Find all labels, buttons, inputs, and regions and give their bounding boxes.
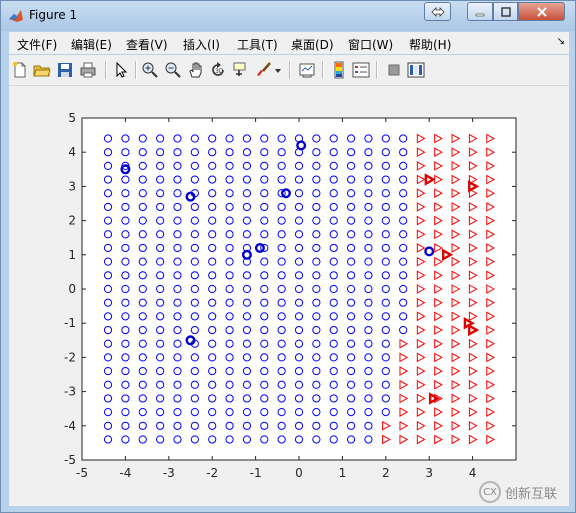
y-tick-label: 0 <box>68 282 76 296</box>
scatter-plot[interactable]: 5 4 3 2 1 0 -1 -2 -3 -4 -5 -5 -4 -3 -2 -1 0 1 2 3 4 <box>9 86 569 506</box>
x-tick-label: -5 <box>76 466 88 480</box>
legend-icon[interactable] <box>352 61 370 79</box>
show-plot-tools-icon[interactable] <box>407 61 425 79</box>
brush-icon[interactable] <box>255 61 273 79</box>
figure-window: Figure 1 文件(F) 编辑(E) 查看(V) 插入(I) 工具(T) 桌… <box>0 0 576 513</box>
zoom-out-icon[interactable] <box>164 61 182 79</box>
figure-toolbar: 3D <box>9 55 569 86</box>
menu-edit[interactable]: 编辑(E) <box>71 36 112 53</box>
menu-tools[interactable]: 工具(T) <box>237 36 278 53</box>
menu-file[interactable]: 文件(F) <box>17 36 57 53</box>
open-file-icon[interactable] <box>33 61 51 79</box>
figure-canvas[interactable]: 5 4 3 2 1 0 -1 -2 -3 -4 -5 -5 -4 -3 -2 -1 0 1 2 3 4 <box>9 86 569 506</box>
link-plot-icon[interactable] <box>298 61 316 79</box>
title-bar[interactable]: Figure 1 <box>1 1 575 31</box>
x-tick-label: 2 <box>382 466 390 480</box>
toolbar-separator <box>322 61 324 79</box>
y-tick-label: -1 <box>64 316 76 330</box>
minimize-icon <box>475 13 485 16</box>
close-icon <box>536 6 547 17</box>
hide-plot-tools-icon[interactable] <box>385 61 403 79</box>
menu-view[interactable]: 查看(V) <box>126 36 168 53</box>
y-tick-label: -4 <box>64 419 76 433</box>
restore-icon <box>430 6 445 17</box>
x-tick-label: 1 <box>339 466 347 480</box>
window-title: Figure 1 <box>29 8 78 22</box>
zoom-in-icon[interactable] <box>141 61 159 79</box>
x-tick-label: -3 <box>163 466 175 480</box>
matlab-logo-icon <box>9 10 23 22</box>
x-tick-label: -4 <box>119 466 131 480</box>
toolbar-separator <box>105 61 107 79</box>
y-tick-label: 1 <box>68 248 76 262</box>
dock-arrow-icon[interactable]: ↘ <box>557 36 565 47</box>
data-cursor-icon[interactable] <box>232 61 250 79</box>
svg-text:3D: 3D <box>215 68 224 75</box>
menu-desktop[interactable]: 桌面(D) <box>291 36 334 53</box>
x-tick-label: -2 <box>206 466 218 480</box>
maximize-button[interactable] <box>493 2 518 21</box>
watermark-text: 创新互联 <box>505 486 558 502</box>
x-tick-label: 3 <box>425 466 433 480</box>
y-tick-label: 2 <box>68 214 76 228</box>
menu-help[interactable]: 帮助(H) <box>409 36 451 53</box>
new-figure-icon[interactable] <box>11 61 29 79</box>
rotate-3d-icon[interactable]: 3D <box>209 61 227 79</box>
watermark-logo: CX <box>479 481 501 503</box>
y-tick-label: -2 <box>64 350 76 364</box>
menu-bar: 文件(F) 编辑(E) 查看(V) 插入(I) 工具(T) 桌面(D) 窗口(W… <box>9 32 569 54</box>
y-tick-label: 4 <box>68 145 76 159</box>
close-button[interactable] <box>518 2 565 21</box>
y-tick-label: -5 <box>64 453 76 467</box>
y-tick-label: 3 <box>68 179 76 193</box>
watermark: CX 创新互联 <box>479 479 557 505</box>
toolbar-separator <box>289 61 291 79</box>
edit-plot-arrow-icon[interactable] <box>112 61 130 79</box>
x-tick-label: 0 <box>295 466 303 480</box>
minimize-button[interactable] <box>467 2 493 21</box>
y-tick-label: 5 <box>68 111 76 125</box>
brush-dropdown-icon[interactable] <box>273 61 283 79</box>
restore-button[interactable] <box>424 2 451 21</box>
menu-window[interactable]: 窗口(W) <box>348 36 393 53</box>
x-tick-label: -1 <box>250 466 262 480</box>
y-tick-label: -3 <box>64 385 76 399</box>
print-icon[interactable] <box>79 61 97 79</box>
menu-insert[interactable]: 插入(I) <box>183 36 220 53</box>
toolbar-separator <box>135 61 137 79</box>
colorbar-icon[interactable] <box>330 61 348 79</box>
x-tick-label: 4 <box>469 466 477 480</box>
save-icon[interactable] <box>56 61 74 79</box>
toolbar-separator <box>376 61 378 79</box>
maximize-icon <box>500 6 511 17</box>
pan-hand-icon[interactable] <box>187 61 205 79</box>
